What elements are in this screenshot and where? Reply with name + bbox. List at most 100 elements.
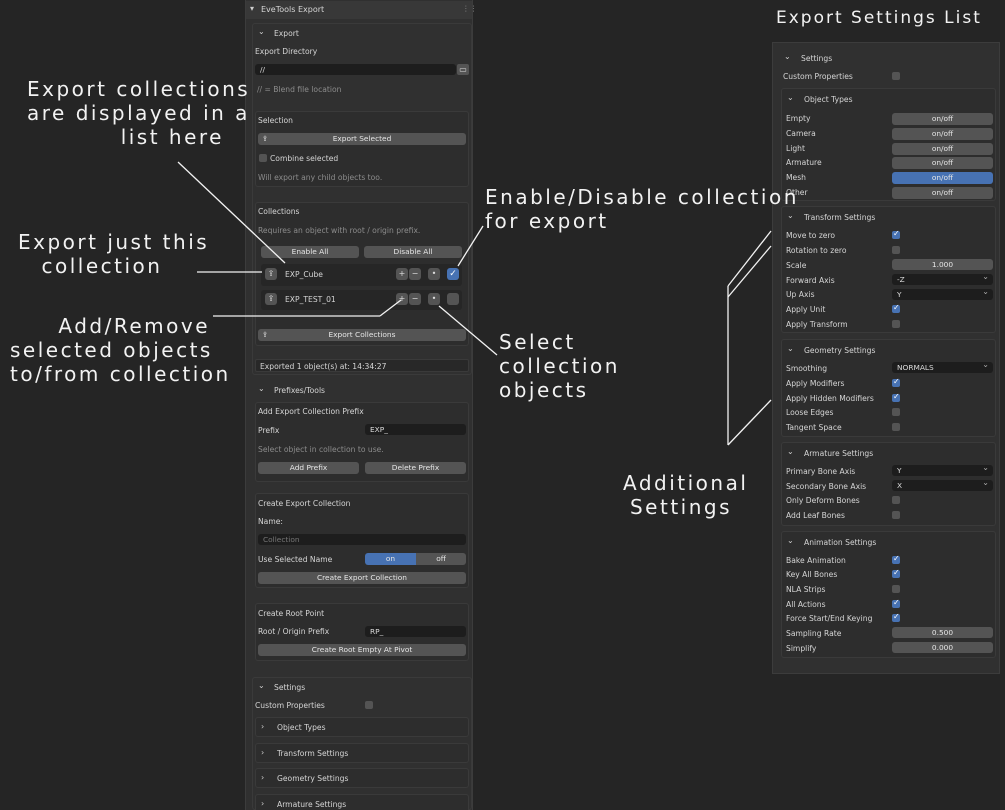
sampling-rate-label: Sampling Rate xyxy=(786,629,842,638)
nla-strips-checkbox[interactable] xyxy=(892,585,900,593)
primary-bone-axis-select[interactable]: Y xyxy=(892,462,993,476)
armature-settings-header[interactable]: Armature Settings xyxy=(804,449,873,458)
bake-animation-checkbox[interactable] xyxy=(892,554,900,564)
custom-properties-label: Custom Properties xyxy=(255,701,325,710)
smoothing-label: Smoothing xyxy=(786,364,828,373)
pointer-line xyxy=(727,230,772,287)
scale-field[interactable]: 1.000 xyxy=(892,259,993,270)
move-to-zero-checkbox[interactable] xyxy=(892,229,900,239)
sampling-rate-field[interactable]: 0.500 xyxy=(892,627,993,638)
remove-objects-button[interactable]: − xyxy=(409,293,421,305)
tangent-space-checkbox[interactable] xyxy=(892,423,900,431)
prefix-label: Prefix xyxy=(258,426,280,435)
use-selected-name-label: Use Selected Name xyxy=(258,555,333,564)
geometry-settings-header[interactable]: Geometry Settings xyxy=(804,346,875,355)
combine-selected-checkbox[interactable] xyxy=(259,154,267,162)
object-type-toggle[interactable]: on/off xyxy=(892,113,993,125)
collections-hint: Requires an object with root / origin pr… xyxy=(258,226,421,235)
only-deform-bones-checkbox[interactable] xyxy=(892,496,900,504)
secondary-bone-axis-select[interactable]: X xyxy=(892,477,993,491)
object-type-toggle[interactable]: on/off xyxy=(892,157,993,170)
export-header[interactable]: Export xyxy=(274,29,299,38)
loose-edges-label: Loose Edges xyxy=(786,408,834,417)
prefix-field[interactable]: EXP_ xyxy=(365,424,466,435)
use-selected-on-toggle[interactable]: on xyxy=(365,553,416,565)
chevron-down-icon[interactable]: ⌄ xyxy=(258,384,265,393)
drag-handle-icon[interactable]: ⋮⋮ xyxy=(462,4,477,13)
animation-settings-header[interactable]: Animation Settings xyxy=(804,538,876,547)
custom-properties-checkbox[interactable] xyxy=(365,701,373,709)
geometry-settings-subpanel[interactable]: › Geometry Settings xyxy=(255,768,469,788)
rotation-to-zero-label: Rotation to zero xyxy=(786,246,847,255)
force-keying-label: Force Start/End Keying xyxy=(786,614,873,623)
export-directory-field[interactable]: // xyxy=(255,64,456,75)
object-type-toggle[interactable]: on/off xyxy=(892,142,993,155)
delete-prefix-button[interactable]: Delete Prefix xyxy=(365,462,466,474)
object-type-toggle[interactable]: on/off xyxy=(892,127,993,140)
enable-collection-checkbox[interactable]: ✓ xyxy=(447,268,459,280)
armature-settings-subpanel[interactable]: › Armature Settings xyxy=(255,794,469,810)
select-objects-button[interactable]: • xyxy=(428,268,440,280)
smoothing-select[interactable]: NORMALS xyxy=(892,359,993,373)
export-collection-icon[interactable]: ⇪ xyxy=(265,268,277,280)
object-type-toggle[interactable]: on/off xyxy=(892,187,993,199)
annotation-add-remove: Add/Remove selected objects to/from collec… xyxy=(10,314,231,386)
apply-transform-checkbox[interactable] xyxy=(892,320,900,328)
folder-icon[interactable]: ▭ xyxy=(457,64,469,75)
add-prefix-button[interactable]: Add Prefix xyxy=(258,462,359,474)
apply-hidden-modifiers-checkbox[interactable] xyxy=(892,392,900,402)
add-leaf-bones-checkbox[interactable] xyxy=(892,511,900,519)
bake-animation-label: Bake Animation xyxy=(786,556,846,565)
export-collection-icon[interactable]: ⇪ xyxy=(265,293,277,305)
create-root-empty-button[interactable]: Create Root Empty At Pivot xyxy=(258,644,466,656)
use-selected-off-toggle[interactable]: off xyxy=(416,553,466,565)
custom-properties-checkbox[interactable] xyxy=(892,72,900,80)
chevron-down-icon[interactable]: ⌄ xyxy=(787,447,794,456)
apply-modifiers-checkbox[interactable] xyxy=(892,377,900,387)
add-objects-button[interactable]: + xyxy=(396,268,408,280)
add-leaf-bones-label: Add Leaf Bones xyxy=(786,511,845,520)
export-collections-button[interactable]: ⇪ Export Collections xyxy=(258,329,466,341)
remove-objects-button[interactable]: − xyxy=(409,268,421,280)
chevron-down-icon[interactable]: ⌄ xyxy=(258,681,265,690)
force-keying-checkbox[interactable] xyxy=(892,612,900,622)
disable-all-button[interactable]: Disable All xyxy=(364,246,462,258)
key-all-bones-checkbox[interactable] xyxy=(892,568,900,578)
chevron-down-icon[interactable]: ⌄ xyxy=(787,93,794,102)
up-axis-select[interactable]: Y xyxy=(892,286,993,300)
annotation-enable-disable: Enable/Disable collection for export xyxy=(485,185,799,233)
add-prefix-title: Add Export Collection Prefix xyxy=(258,407,364,416)
apply-unit-checkbox[interactable] xyxy=(892,303,900,313)
export-selected-button[interactable]: ⇪ Export Selected xyxy=(258,133,466,145)
export-settings-list-title: Export Settings List xyxy=(776,8,982,28)
enable-collection-checkbox[interactable] xyxy=(447,293,459,305)
forward-axis-select[interactable]: -Z xyxy=(892,271,993,285)
all-actions-checkbox[interactable] xyxy=(892,598,900,608)
combine-selected-label: Combine selected xyxy=(270,154,339,163)
select-objects-button[interactable]: • xyxy=(428,293,440,305)
root-prefix-field[interactable]: RP_ xyxy=(365,626,466,637)
loose-edges-checkbox[interactable] xyxy=(892,408,900,416)
rotation-to-zero-checkbox[interactable] xyxy=(892,246,900,254)
settings-header[interactable]: Settings xyxy=(801,54,832,63)
simplify-field[interactable]: 0.000 xyxy=(892,642,993,653)
object-types-subpanel[interactable]: › Object Types xyxy=(255,717,469,737)
chevron-down-icon[interactable]: ⌄ xyxy=(787,536,794,545)
chevron-down-icon[interactable]: ⌄ xyxy=(258,27,265,36)
object-type-toggle[interactable]: on/off xyxy=(892,172,993,185)
transform-settings-subpanel[interactable]: › Transform Settings xyxy=(255,743,469,763)
create-export-collection-button[interactable]: Create Export Collection xyxy=(258,572,466,584)
export-icon: ⇪ xyxy=(262,134,269,143)
collection-name-field[interactable]: Collection xyxy=(258,534,466,545)
prefixes-header[interactable]: Prefixes/Tools xyxy=(274,386,325,395)
chevron-down-icon[interactable]: ⌄ xyxy=(784,52,791,61)
object-types-header[interactable]: Object Types xyxy=(804,95,853,104)
object-type-label: Empty xyxy=(786,114,811,123)
pointer-line xyxy=(727,245,772,298)
settings-header[interactable]: Settings xyxy=(274,683,305,692)
add-objects-button[interactable]: + xyxy=(396,293,408,305)
chevron-down-icon[interactable]: ⌄ xyxy=(787,344,794,353)
enable-all-button[interactable]: Enable All xyxy=(261,246,359,258)
transform-settings-header[interactable]: Transform Settings xyxy=(804,213,875,222)
panel-header[interactable]: ▾ EveTools Export ⋮⋮ xyxy=(246,1,477,19)
